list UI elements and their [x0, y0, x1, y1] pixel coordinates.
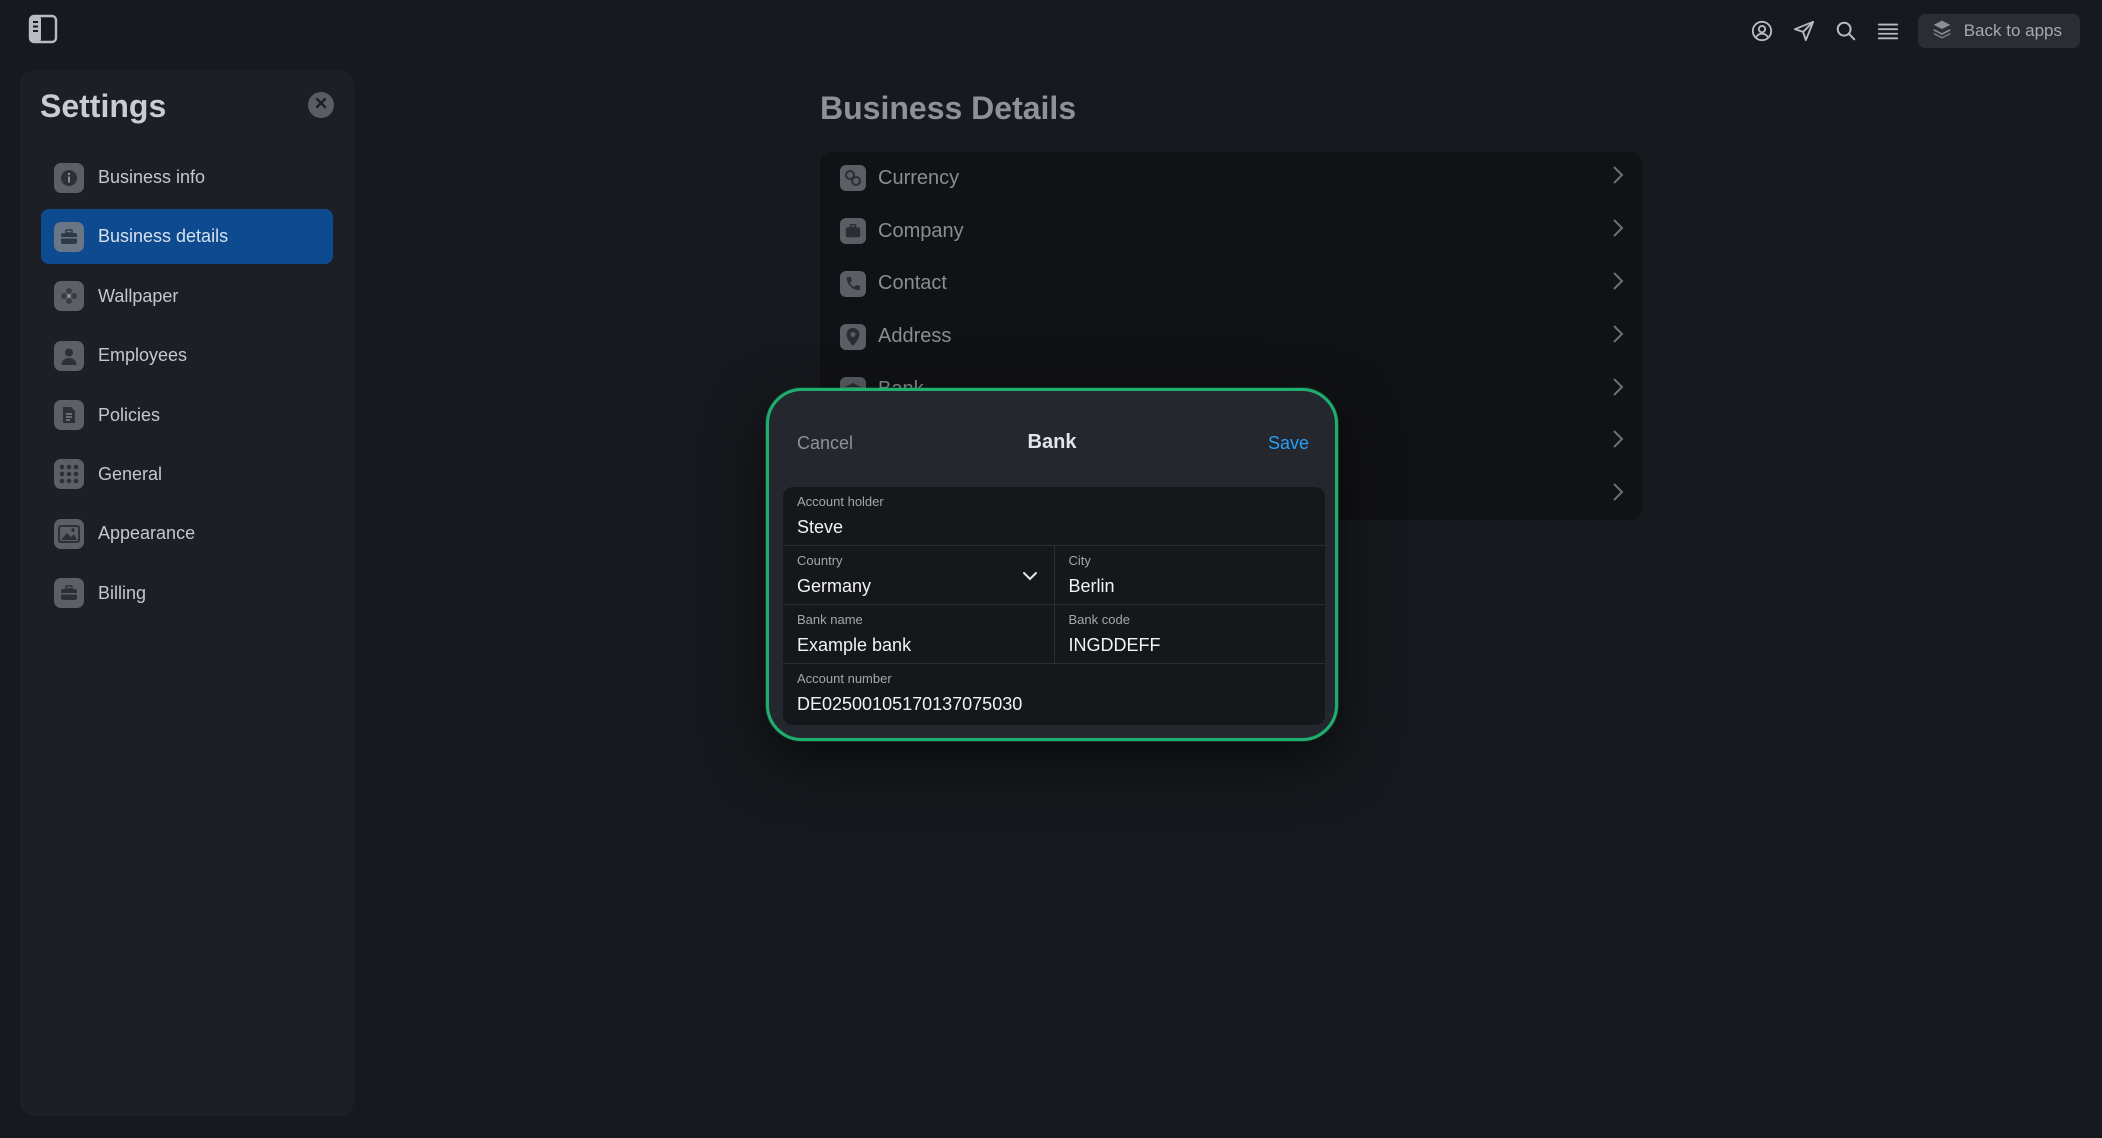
sidebar-item-label: Business details [98, 226, 229, 247]
sidebar-item-label: Appearance [98, 523, 196, 544]
list-item-currency[interactable]: Currency [820, 152, 1642, 205]
document-icon [54, 400, 84, 431]
image-icon [54, 518, 84, 549]
chevron-right-icon [1612, 324, 1624, 350]
stack-icon [1932, 19, 1952, 44]
field-label: Country [797, 553, 843, 568]
location-pin-icon [840, 323, 866, 350]
sidebar-item-business-info[interactable]: Business info [41, 150, 333, 205]
sidebar-item-business-details[interactable]: Business details [41, 209, 333, 265]
bank-code-field[interactable]: Bank code INGDDEFF [1053, 605, 1326, 663]
settings-panel: Settings Business info Business details … [20, 70, 354, 1116]
back-to-apps-label: Back to apps [1963, 21, 2062, 40]
field-value: Germany [797, 576, 872, 596]
sidebar-item-general[interactable]: General [41, 447, 333, 502]
field-label: Bank code [1068, 612, 1130, 627]
settings-nav: Business info Business details Wallpaper… [41, 150, 333, 625]
list-item-label: Address [878, 325, 952, 348]
list-item-address[interactable]: Address [820, 310, 1642, 363]
sidebar-item-employees[interactable]: Employees [41, 328, 333, 383]
chevron-right-icon [1612, 218, 1624, 244]
flower-icon [54, 281, 84, 312]
bank-form: Account holder Steve Country Germany Cit… [783, 487, 1325, 725]
briefcase-icon [54, 578, 84, 609]
list-item-label: Contact [878, 272, 947, 295]
field-value: Steve [797, 517, 844, 537]
sidebar-item-label: General [98, 463, 163, 484]
chevron-right-icon [1612, 271, 1624, 297]
field-label: Bank name [797, 612, 863, 627]
send-icon[interactable] [1792, 19, 1816, 43]
chevron-down-icon [1022, 568, 1038, 586]
sidebar-item-billing[interactable]: Billing [41, 566, 333, 621]
sidebar-item-appearance[interactable]: Appearance [41, 506, 333, 561]
save-button[interactable]: Save [1268, 433, 1309, 454]
sidebar-item-label: Business info [98, 167, 206, 187]
list-item-contact[interactable]: Contact [820, 258, 1642, 311]
field-value: DE02500105170137075030 [797, 694, 1023, 714]
briefcase-icon [54, 221, 84, 252]
sidebar-item-policies[interactable]: Policies [41, 388, 333, 443]
person-icon [54, 340, 84, 371]
field-label: Account holder [797, 494, 884, 509]
list-item-label: Company [878, 219, 964, 242]
close-icon [314, 96, 328, 115]
field-label: Account number [797, 671, 892, 686]
phone-icon [840, 270, 866, 297]
back-to-apps-button[interactable]: Back to apps [1917, 14, 2080, 48]
field-label: City [1068, 553, 1091, 568]
modal-title: Bank [1027, 431, 1077, 453]
sidebar-item-label: Employees [98, 345, 188, 366]
info-icon [54, 162, 84, 193]
chevron-right-icon [1612, 377, 1624, 403]
chevron-right-icon [1612, 429, 1624, 455]
field-value: Example bank [797, 635, 912, 655]
sidebar-toggle-icon [28, 14, 58, 49]
bank-name-field[interactable]: Bank name Example bank [783, 605, 1054, 663]
close-settings-button[interactable] [308, 92, 334, 118]
bank-modal: Cancel Bank Save Account holder Steve Co… [766, 388, 1338, 741]
currency-icon [840, 165, 866, 192]
topbar-actions: Back to apps [1750, 14, 2080, 48]
chevron-right-icon [1612, 482, 1624, 508]
sidebar-item-label: Policies [98, 404, 161, 425]
settings-title: Settings [40, 88, 167, 124]
account-holder-field[interactable]: Account holder Steve [783, 487, 1325, 545]
grid-icon [54, 459, 84, 490]
account-number-field[interactable]: Account number DE02500105170137075030 [783, 664, 1325, 723]
menu-icon[interactable] [1876, 19, 1900, 43]
briefcase-icon [840, 218, 866, 245]
page-title: Business Details [820, 90, 1077, 126]
list-item-company[interactable]: Company [820, 205, 1642, 258]
sidebar-item-label: Wallpaper [98, 285, 179, 306]
user-circle-icon[interactable] [1750, 19, 1774, 43]
field-value: INGDDEFF [1068, 635, 1161, 655]
chevron-right-icon [1612, 165, 1624, 191]
field-value: Berlin [1068, 576, 1115, 596]
search-icon[interactable] [1834, 19, 1858, 43]
sidebar-item-label: Billing [98, 582, 147, 603]
sidebar-toggle-button[interactable] [26, 14, 60, 48]
country-select[interactable]: Country Germany [783, 546, 1054, 604]
city-field[interactable]: City Berlin [1053, 546, 1326, 604]
sidebar-item-wallpaper[interactable]: Wallpaper [41, 269, 333, 324]
list-item-label: Currency [878, 166, 960, 189]
